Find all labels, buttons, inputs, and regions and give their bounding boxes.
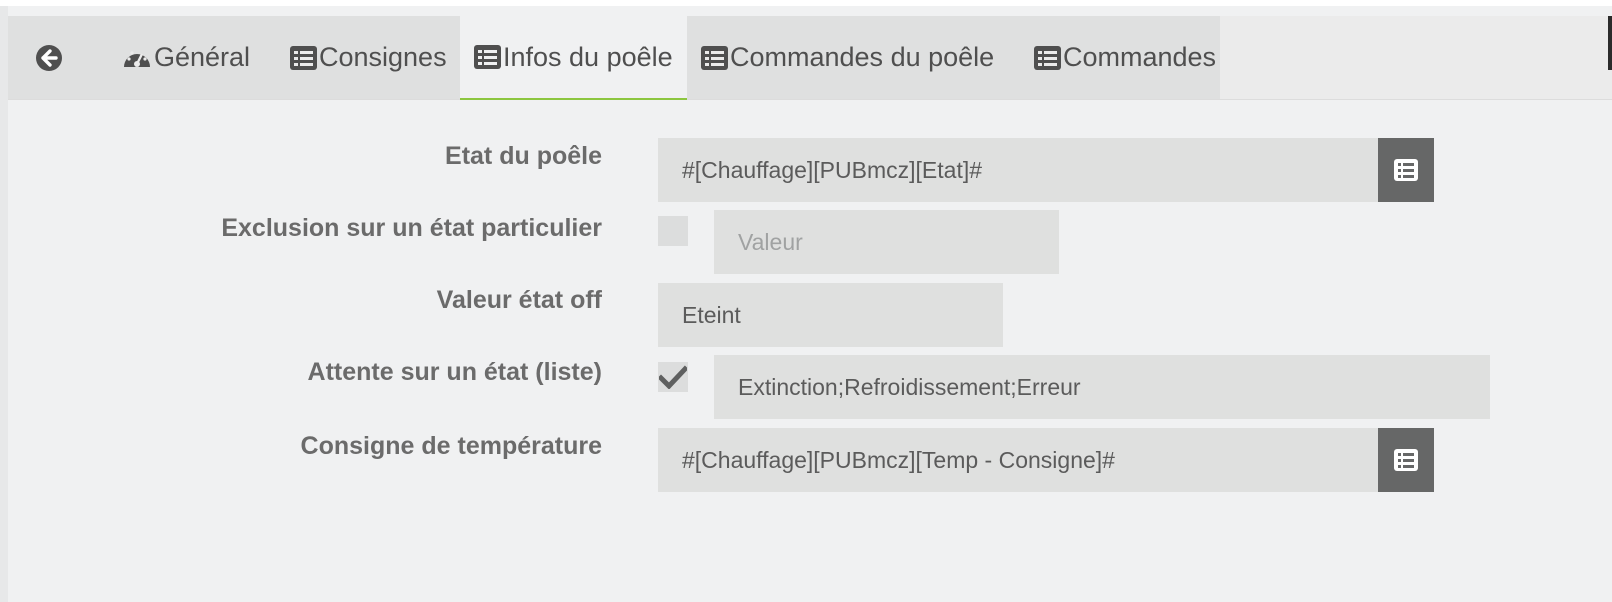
consigne-select-button[interactable] xyxy=(1378,428,1434,492)
tab-bar: Général Consignes Infos du poêle Command… xyxy=(8,16,1612,100)
list-alt-icon xyxy=(1034,45,1061,70)
arrow-circle-left-icon xyxy=(35,44,63,72)
etat-input[interactable]: #[Chauffage][PUBmcz][Etat]# xyxy=(658,138,1378,202)
tab-label-commandes: Commandes xyxy=(1063,42,1217,72)
dashboard-icon xyxy=(122,45,152,71)
etat-select-button[interactable] xyxy=(1378,138,1434,202)
tab-infos-du-poele[interactable]: Infos du poêle xyxy=(460,16,687,100)
tab-back[interactable] xyxy=(8,16,92,99)
attente-label: Attente sur un état (liste) xyxy=(307,358,602,386)
check-icon xyxy=(659,365,687,389)
etat-label: Etat du poêle xyxy=(445,142,602,170)
list-alt-icon xyxy=(290,45,317,70)
tab-commandes[interactable]: Commandes xyxy=(1020,16,1220,99)
list-alt-icon xyxy=(701,45,728,70)
list-alt-icon xyxy=(474,45,501,69)
tab-commandes-du-poele[interactable]: Commandes du poêle xyxy=(687,16,1020,99)
consigne-input[interactable]: #[Chauffage][PUBmcz][Temp - Consigne]# xyxy=(658,428,1378,492)
tab-label-infos-du-poele: Infos du poêle xyxy=(503,41,673,72)
tab-general[interactable]: Général xyxy=(92,16,263,99)
valeur-off-label: Valeur état off xyxy=(436,286,602,314)
list-alt-icon xyxy=(1394,159,1418,181)
attente-list-input[interactable]: Extinction;Refroidissement;Erreur xyxy=(714,355,1490,419)
tab-label-consignes: Consignes xyxy=(319,42,447,72)
tab-label-general: Général xyxy=(154,42,251,72)
valeur-off-input[interactable]: Eteint xyxy=(658,283,1003,347)
exclusion-label: Exclusion sur un état particulier xyxy=(221,214,602,242)
consigne-label: Consigne de température xyxy=(300,432,602,460)
tab-label-commandes-du-poele: Commandes du poêle xyxy=(730,42,995,72)
exclusion-value-input[interactable]: Valeur xyxy=(714,210,1059,274)
window-edge xyxy=(1608,16,1612,70)
list-alt-icon xyxy=(1394,449,1418,471)
tab-consignes[interactable]: Consignes xyxy=(263,16,460,99)
attente-checkbox[interactable] xyxy=(658,362,688,392)
exclusion-checkbox[interactable] xyxy=(658,216,688,246)
